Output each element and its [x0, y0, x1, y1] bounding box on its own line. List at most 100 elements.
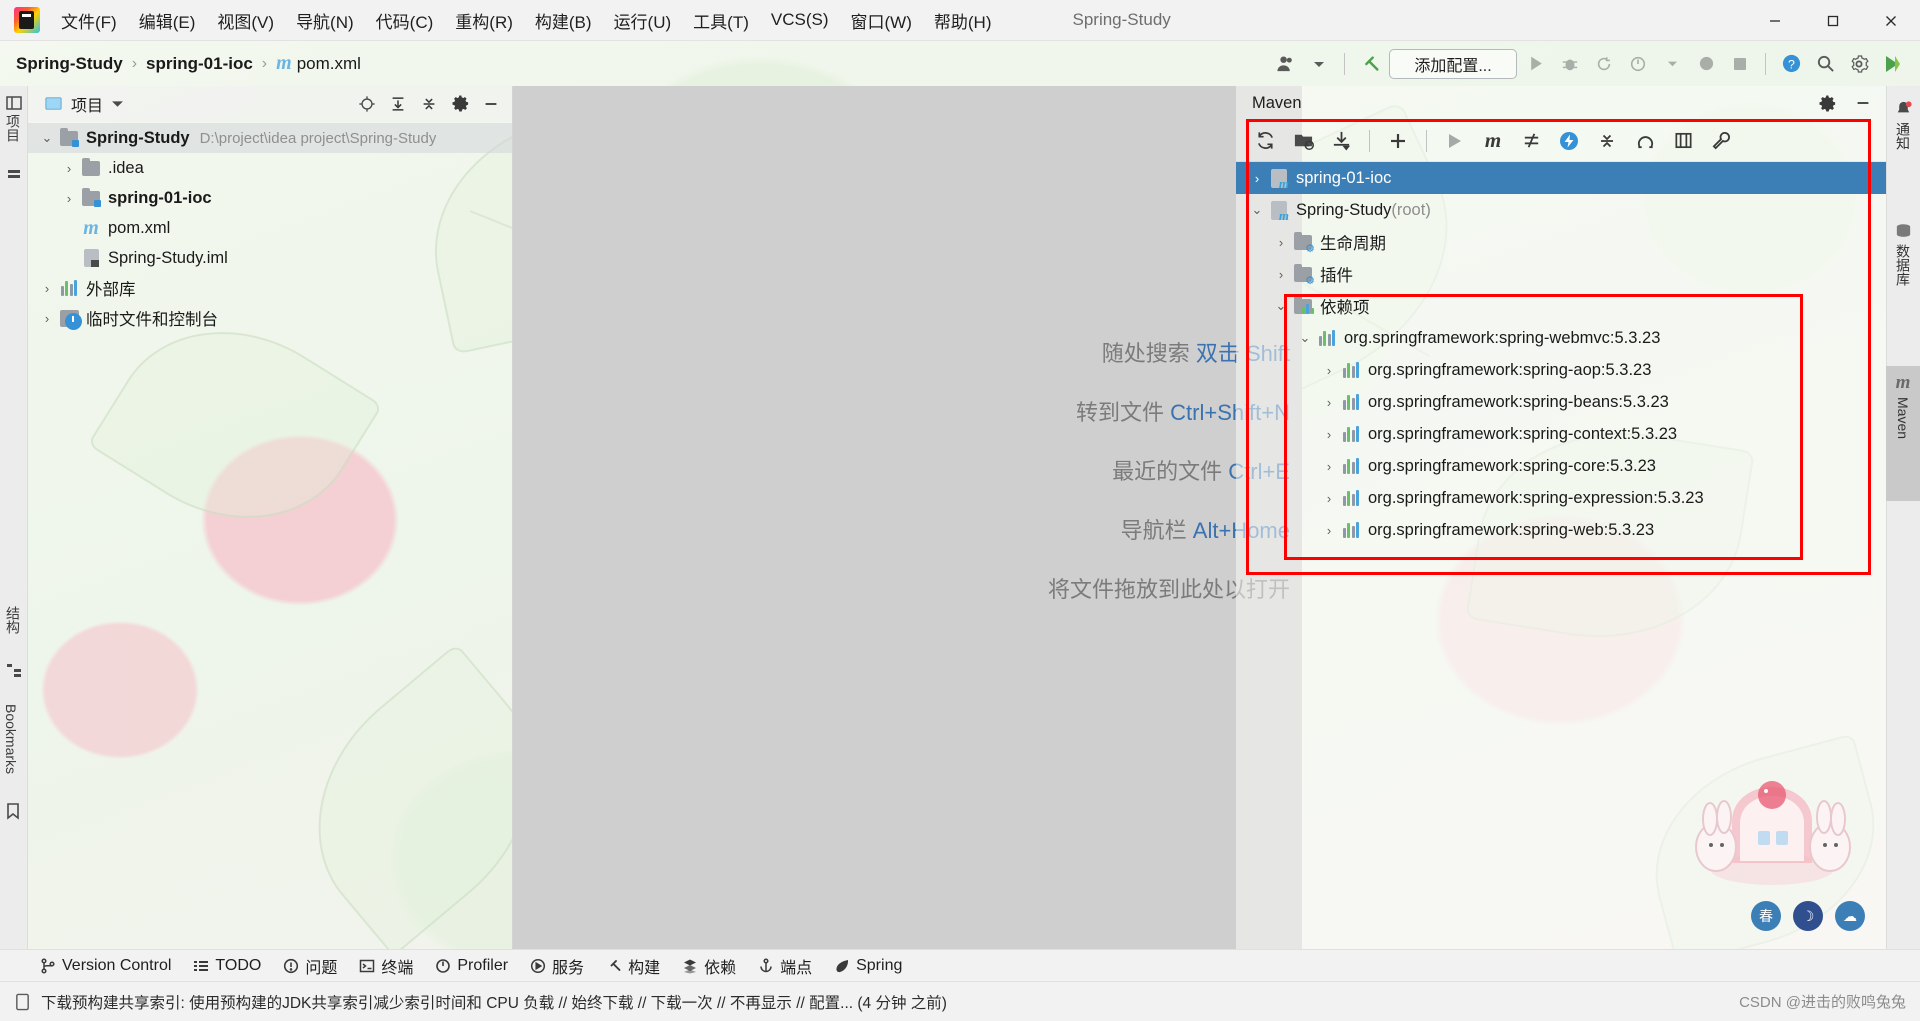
tree-twisty-expanded[interactable]: ⌄ — [1270, 298, 1292, 314]
settings-gear-icon[interactable] — [1844, 49, 1874, 79]
expand-all-icon[interactable] — [387, 93, 409, 115]
run-with-coverage-icon[interactable] — [1589, 49, 1619, 79]
run-configuration-selector[interactable]: 添加配置... — [1389, 48, 1517, 79]
maven-row-dependency-aop[interactable]: › org.springframework:spring-aop:5.3.23 — [1236, 354, 1886, 386]
tree-twisty-collapsed[interactable]: › — [1318, 459, 1340, 474]
tree-row-scratches[interactable]: › 临时文件和控制台 — [28, 303, 512, 333]
maven-row-spring-01-ioc[interactable]: › spring-01-ioc — [1236, 162, 1886, 194]
right-strip-database[interactable]: 数据库 — [1886, 216, 1920, 356]
editor-area[interactable]: 随处搜索 双击 Shift 转到文件 Ctrl+Shift+N 最近的文件 Ct… — [513, 86, 1302, 949]
maven-settings-gear-icon[interactable] — [1816, 92, 1838, 114]
reload-all-projects-icon[interactable] — [1248, 126, 1282, 156]
notification-doc-icon[interactable] — [14, 993, 31, 1011]
chevron-down-icon[interactable] — [1304, 49, 1334, 79]
run-icon[interactable] — [1521, 49, 1551, 79]
right-strip-notifications[interactable]: 通知 — [1886, 94, 1920, 204]
bottom-item-version-control[interactable]: Version Control — [30, 954, 181, 978]
tree-twisty-collapsed[interactable]: › — [1318, 491, 1340, 506]
add-maven-project-icon[interactable] — [1286, 126, 1320, 156]
maven-row-dependency-webmvc[interactable]: ⌄ org.springframework:spring-webmvc:5.3.… — [1236, 322, 1886, 354]
collapse-all-icon[interactable] — [418, 93, 440, 115]
bottom-item-services[interactable]: 服务 — [520, 951, 594, 981]
menu-code[interactable]: 代码(C) — [365, 4, 445, 37]
maven-row-dependency-beans[interactable]: › org.springframework:spring-beans:5.3.2… — [1236, 386, 1886, 418]
bottom-item-terminal[interactable]: 终端 — [349, 951, 423, 981]
stop-icon[interactable] — [1725, 49, 1755, 79]
breadcrumb-file[interactable]: pom.xml — [297, 54, 361, 74]
tree-twisty-collapsed[interactable]: › — [1318, 363, 1340, 378]
tree-twisty-collapsed[interactable]: › — [1246, 171, 1268, 186]
bottom-item-spring[interactable]: Spring — [824, 954, 912, 978]
menu-edit[interactable]: 编辑(E) — [128, 4, 207, 37]
panel-settings-gear-icon[interactable] — [449, 93, 471, 115]
tree-row-spring-01-ioc[interactable]: › spring-01-ioc — [28, 183, 512, 213]
tree-twisty-collapsed[interactable]: › — [58, 161, 80, 176]
tree-twisty-collapsed[interactable]: › — [36, 281, 58, 296]
maven-row-dependencies[interactable]: ⌄ 依赖项 — [1236, 290, 1886, 322]
tree-twisty-collapsed[interactable]: › — [1270, 235, 1292, 250]
bottom-item-dependencies[interactable]: 依赖 — [672, 951, 746, 981]
maven-row-lifecycle[interactable]: › 生命周期 — [1236, 226, 1886, 258]
tree-twisty-collapsed[interactable]: › — [58, 191, 80, 206]
breadcrumb-module[interactable]: spring-01-ioc — [146, 54, 253, 74]
ide-assistant-icon[interactable] — [1878, 49, 1908, 79]
profiler-icon[interactable] — [1623, 49, 1653, 79]
bottom-item-problems[interactable]: 问题 — [273, 951, 347, 981]
tree-twisty-expanded[interactable]: ⌄ — [36, 130, 58, 146]
add-icon[interactable] — [1381, 126, 1415, 156]
project-panel-icon[interactable] — [5, 94, 23, 112]
toggle-skip-tests-icon[interactable] — [1514, 126, 1548, 156]
download-sources-icon[interactable] — [1324, 126, 1358, 156]
tree-row-idea[interactable]: › .idea — [28, 153, 512, 183]
bottom-item-endpoints[interactable]: 端点 — [748, 951, 822, 981]
tree-twisty-expanded[interactable]: ⌄ — [1246, 202, 1268, 218]
commit-panel-icon[interactable] — [5, 166, 23, 184]
menu-window[interactable]: 窗口(W) — [840, 4, 923, 37]
maven-settings-icon[interactable] — [1704, 126, 1738, 156]
breadcrumb-project[interactable]: Spring-Study — [16, 54, 123, 74]
menu-refactor[interactable]: 重构(R) — [444, 4, 524, 37]
show-dependencies-icon[interactable] — [1628, 126, 1662, 156]
minimize-button[interactable] — [1746, 0, 1804, 41]
menu-navigate[interactable]: 导航(N) — [285, 4, 365, 37]
run-maven-build-icon[interactable] — [1438, 126, 1472, 156]
tree-twisty-collapsed[interactable]: › — [1318, 395, 1340, 410]
tree-row-spring-study-iml[interactable]: Spring-Study.iml — [28, 243, 512, 273]
menu-view[interactable]: 视图(V) — [206, 4, 285, 37]
more-dropdown-icon[interactable] — [1657, 49, 1687, 79]
tree-twisty-collapsed[interactable]: › — [1318, 523, 1340, 538]
search-everywhere-icon[interactable] — [1810, 49, 1840, 79]
select-opened-file-icon[interactable] — [356, 93, 378, 115]
close-button[interactable] — [1862, 0, 1920, 41]
menu-build[interactable]: 构建(B) — [524, 4, 603, 37]
left-strip-project-label[interactable]: 项目 — [3, 114, 23, 142]
hide-panel-icon[interactable] — [480, 93, 502, 115]
tree-row-spring-study[interactable]: ⌄ Spring-Study D:\project\idea project\S… — [28, 123, 512, 153]
tree-row-external-libraries[interactable]: › 外部库 — [28, 273, 512, 303]
tree-twisty-expanded[interactable]: ⌄ — [1294, 330, 1316, 346]
stop-record-icon[interactable] — [1691, 49, 1721, 79]
menu-tools[interactable]: 工具(T) — [682, 4, 760, 37]
execute-maven-goal-icon[interactable]: m — [1476, 126, 1510, 156]
status-message[interactable]: 下载预构建共享索引: 使用预构建的JDK共享索引减少索引时间和 CPU 负载 /… — [41, 991, 947, 1013]
help-icon[interactable]: ? — [1776, 49, 1806, 79]
maven-row-plugins[interactable]: › 插件 — [1236, 258, 1886, 290]
build-hammer-icon[interactable] — [1355, 49, 1385, 79]
bottom-item-profiler[interactable]: Profiler — [425, 954, 518, 978]
debug-icon[interactable] — [1555, 49, 1585, 79]
maven-row-dependency-context[interactable]: › org.springframework:spring-context:5.3… — [1236, 418, 1886, 450]
right-strip-maven[interactable]: m Maven — [1886, 366, 1920, 501]
maximize-button[interactable] — [1804, 0, 1862, 41]
bottom-item-build[interactable]: 构建 — [596, 951, 670, 981]
structure-icon[interactable] — [5, 661, 23, 679]
maven-row-dependency-expression[interactable]: › org.springframework:spring-expression:… — [1236, 482, 1886, 514]
menu-vcs[interactable]: VCS(S) — [760, 6, 840, 34]
left-strip-bookmarks-label[interactable]: Bookmarks — [3, 704, 19, 774]
collapse-all-maven-icon[interactable] — [1590, 126, 1624, 156]
user-avatar-icon[interactable] — [1270, 49, 1300, 79]
menu-help[interactable]: 帮助(H) — [923, 4, 1003, 37]
chevron-down-icon[interactable] — [111, 97, 124, 110]
menu-run[interactable]: 运行(U) — [603, 4, 683, 37]
bottom-item-todo[interactable]: TODO — [183, 954, 271, 978]
bookmark-icon[interactable] — [5, 802, 23, 820]
